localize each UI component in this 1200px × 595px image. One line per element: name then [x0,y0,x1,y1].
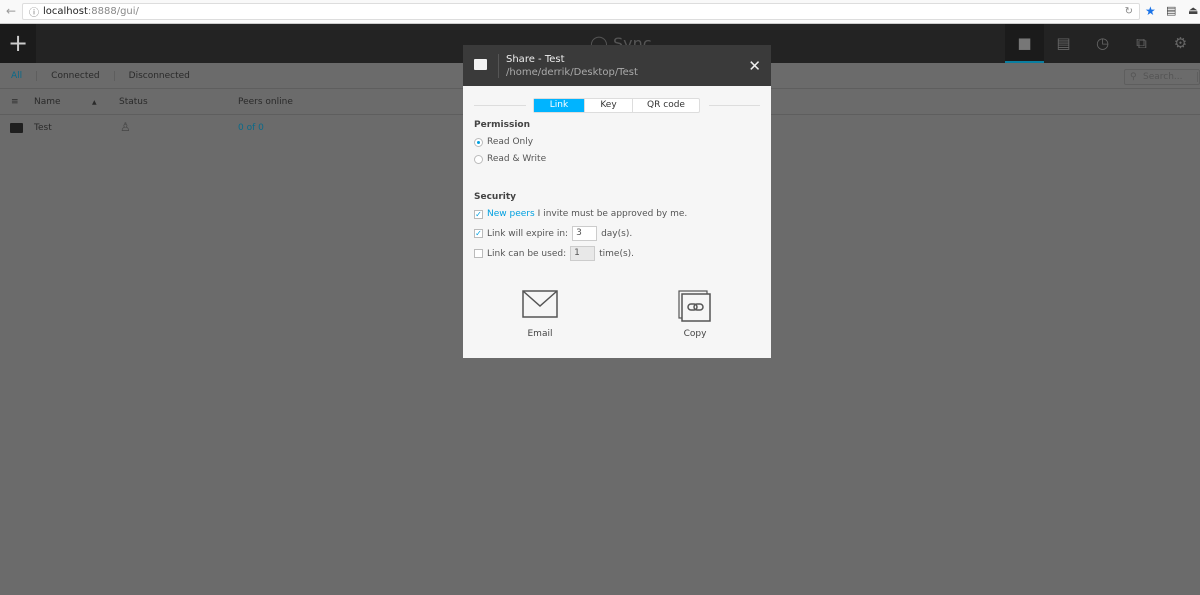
expire-option: ✓ Link will expire in: 3 day(s). [474,226,632,241]
clock-icon[interactable]: ◷ [1083,24,1122,63]
radio-read-write[interactable]: Read & Write [474,154,546,164]
expire-unit: day(s). [601,228,633,239]
new-peers-link[interactable]: New peers [487,209,535,219]
new-peers-option: ✓ New peers I invite must be approved by m… [474,209,687,219]
search-icon: ⚲ [1130,72,1137,82]
address-bar[interactable]: ⓘ localhost:8888/gui/ ↻ [22,3,1140,20]
info-icon: ⓘ [29,8,39,19]
dialog-title: Share - Test [506,54,565,65]
gear-icon[interactable]: ⚙ [1161,24,1200,63]
filter-disconnected[interactable]: Disconnected [129,71,204,81]
devices-icon[interactable]: ⧉ [1122,24,1161,63]
uses-count-input[interactable]: 1 [570,246,596,261]
uses-checkbox[interactable] [474,249,483,258]
search-placeholder: Search... [1143,72,1198,82]
folder-icon[interactable]: ■ [1005,24,1044,63]
row-name: Test [34,123,52,133]
col-status[interactable]: Status [119,97,148,107]
expire-label: Link will expire in: [487,228,569,239]
radio-label: Read & Write [487,154,547,164]
tab-key[interactable]: Key [585,99,633,112]
url-path: :8888/gui/ [87,6,139,17]
uses-label: Link can be used: [487,248,567,259]
browser-toolbar: ← ⓘ localhost:8888/gui/ ↻ ★ ▤ ⏏ [0,0,1200,24]
copy-link-icon [678,290,711,322]
radio-button[interactable] [474,137,483,147]
expire-days-input[interactable]: 3 [572,226,598,241]
search-input[interactable]: ⚲ Search... [1124,69,1200,85]
security-label: Security [474,192,517,202]
row-peers[interactable]: 0 of 0 [238,123,264,133]
filter-all[interactable]: All [11,70,38,81]
clipboard-icon[interactable]: ▤ [1166,4,1176,17]
permission-label: Permission [474,120,530,130]
new-peers-checkbox[interactable]: ✓ [474,209,483,219]
expire-checkbox[interactable]: ✓ [474,229,483,238]
col-name[interactable]: Name [34,97,61,107]
sort-asc-icon[interactable]: ▲ [92,99,97,106]
url-host: localhost [43,6,88,17]
envelope-icon [522,290,558,318]
uses-option: Link can be used: 1 time(s). [474,246,634,261]
radio-read-only[interactable]: Read Only [474,137,533,147]
dialog-header: Share - Test /home/derrik/Desktop/Test ✕ [463,45,771,86]
dialog-path: /home/derrik/Desktop/Test [506,67,638,78]
share-tabs: Link Key QR code [533,98,700,113]
history-log-icon[interactable]: ▤ [1044,24,1083,63]
filter-connected[interactable]: Connected [51,70,115,81]
share-dialog: Share - Test /home/derrik/Desktop/Test ✕… [463,45,771,358]
tab-link[interactable]: Link [534,99,585,112]
extension-icon[interactable]: ⏏ [1188,4,1198,17]
filter-icon[interactable]: ≡ [11,97,19,107]
radio-button[interactable] [474,154,483,164]
reload-icon[interactable]: ↻ [1125,6,1133,17]
folder-icon [474,59,487,70]
radio-label: Read Only [487,137,534,147]
tab-qr-code[interactable]: QR code [633,99,699,112]
col-peers[interactable]: Peers online [238,97,293,107]
folder-icon [10,123,23,133]
close-icon[interactable]: ✕ [748,57,761,75]
uses-unit: time(s). [599,248,635,259]
bookmark-star-icon[interactable]: ★ [1145,4,1156,18]
email-button[interactable]: Email [500,290,580,339]
new-peers-text: I invite must be approved by me. [537,209,688,219]
copy-label: Copy [683,329,707,339]
add-folder-button[interactable]: + [0,24,36,63]
email-label: Email [527,329,553,339]
back-icon[interactable]: ← [6,4,16,18]
copy-button[interactable]: Copy [655,290,735,339]
user-icon: ♙ [120,120,131,134]
